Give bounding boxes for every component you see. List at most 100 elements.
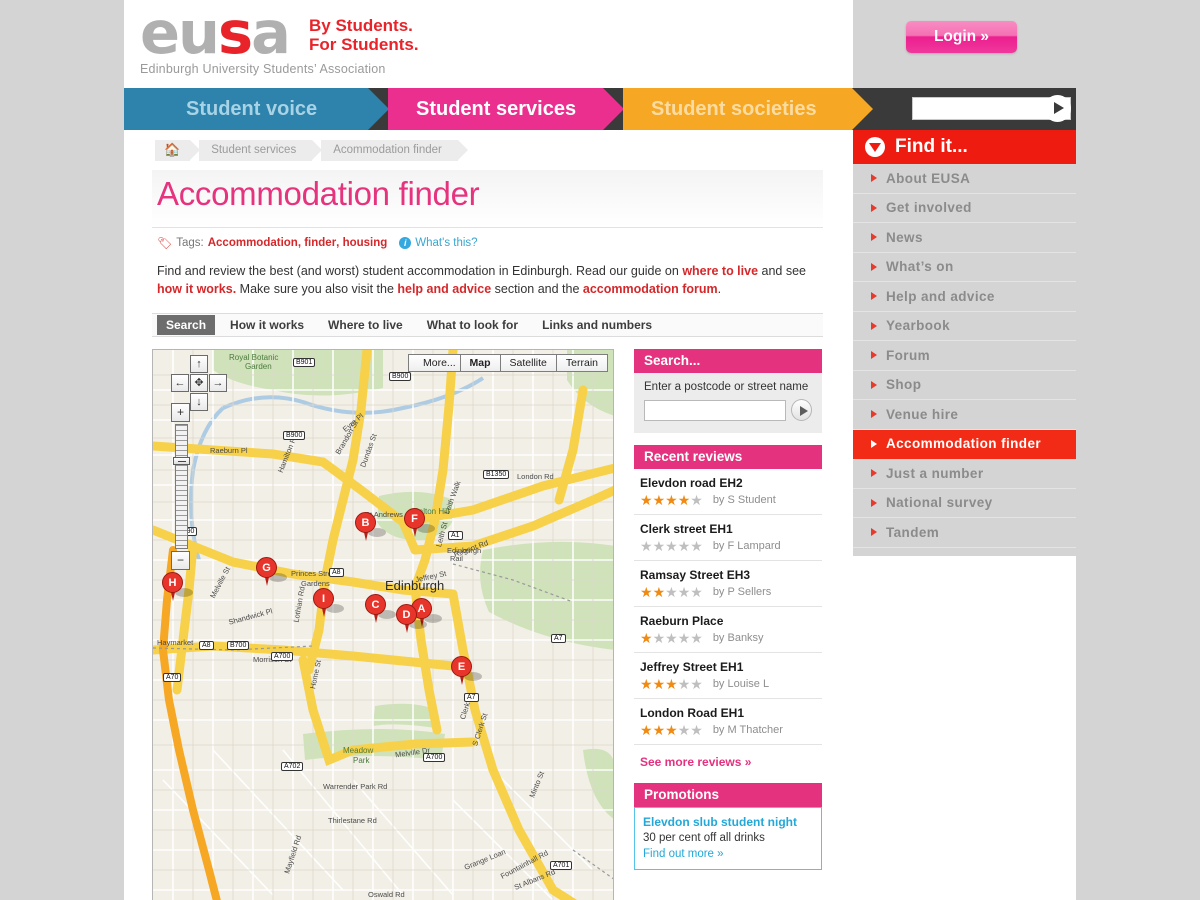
map-marker-f[interactable]: F <box>404 508 435 538</box>
postcode-search-submit-icon[interactable] <box>791 399 812 421</box>
map-label-thirlestane-rd: Thirlestane Rd <box>328 816 377 825</box>
tag-icon: 🏷 <box>157 236 173 250</box>
link-help-and-advice[interactable]: help and advice <box>397 282 491 296</box>
sidebar-item-get-involved[interactable]: Get involved <box>853 194 1076 223</box>
chevron-right-icon <box>871 469 877 478</box>
sidebar-item-tandem[interactable]: Tandem <box>853 518 1076 548</box>
logo-a: a <box>251 0 291 67</box>
review-author: by P Sellers <box>712 586 772 598</box>
road-shield-a70: A70 <box>163 673 182 682</box>
logo-s: s <box>218 0 253 67</box>
sidebar-item-news[interactable]: News <box>853 223 1076 253</box>
nav-item-student-societies[interactable]: Student societies <box>623 88 873 130</box>
promotion-find-out-more-link[interactable]: Find out more » <box>643 848 813 860</box>
zoom-in-button[interactable]: + <box>171 403 190 422</box>
map-zoom-control[interactable]: + − <box>171 403 191 570</box>
sidebar-item-yearbook[interactable]: Yearbook <box>853 312 1076 341</box>
map-marker-g[interactable]: G <box>256 557 287 587</box>
review-item[interactable]: London Road EH1 ★★★★★ by M Thatcher <box>634 699 822 745</box>
sidebar-item-help-and-advice[interactable]: Help and advice <box>853 282 1076 312</box>
pan-center-icon[interactable]: ✥ <box>190 374 208 392</box>
sidebar-item-whats-on[interactable]: What’s on <box>853 253 1076 282</box>
pan-left-icon[interactable]: ← <box>171 374 189 392</box>
sidebar-item-about-eusa[interactable]: About EUSA <box>853 164 1076 194</box>
map-canvas[interactable]: Royal Botanic Garden Raeburn Pl Hamilton… <box>152 349 614 900</box>
review-item[interactable]: Jeffrey Street EH1 ★★★★★ by Louise L <box>634 653 822 699</box>
sidebar-item-accommodation-finder[interactable]: Accommodation finder <box>853 429 1076 459</box>
tab-what-to-look-for[interactable]: What to look for <box>418 315 527 335</box>
login-button[interactable]: Login » <box>906 21 1017 53</box>
intro-text-1: Find and review the best (and worst) stu… <box>157 264 683 278</box>
tag-link-accommodation[interactable]: Accommodation <box>208 237 298 249</box>
zoom-slider[interactable] <box>172 424 190 549</box>
site-search-submit-icon[interactable] <box>1044 95 1071 122</box>
whats-this-link[interactable]: i What's this? <box>399 237 478 249</box>
site-logo[interactable]: eusa By Students. For Students. Edinburg… <box>140 3 419 76</box>
map-marker-b[interactable]: B <box>355 512 386 542</box>
sidebar-item-label: Venue hire <box>886 406 959 422</box>
page-root: eusa By Students. For Students. Edinburg… <box>0 0 1200 900</box>
review-item[interactable]: Ramsay Street EH3 ★★★★★ by P Sellers <box>634 561 822 607</box>
promotion-title: Elevdon slub student night <box>643 815 797 829</box>
link-where-to-live[interactable]: where to live <box>682 264 758 278</box>
map-label-edinburgh-rail-2: Rail <box>450 554 463 563</box>
link-accommodation-forum[interactable]: accommodation forum <box>583 282 718 296</box>
pan-down-icon[interactable]: ↓ <box>190 393 208 411</box>
find-it-header: Find it... <box>853 130 1076 164</box>
sidebar-item-shop[interactable]: Shop <box>853 371 1076 400</box>
sidebar-item-label: Tandem <box>886 524 940 540</box>
map-marker-c[interactable]: C <box>365 594 396 624</box>
sidebar-item-just-a-number[interactable]: Just a number <box>853 459 1076 489</box>
sidebar-item-venue-hire[interactable]: Venue hire <box>853 400 1076 430</box>
promotion-card[interactable]: Elevdon slub student night 30 per cent o… <box>634 807 822 870</box>
road-shield-a1: A1 <box>448 531 463 540</box>
review-item[interactable]: Raeburn Place ★★★★★ by Banksy <box>634 607 822 653</box>
header-right-panel: Login » <box>853 0 1076 88</box>
map-type-map-button[interactable]: Map <box>459 354 501 372</box>
recent-reviews-section: Recent reviews Elevdon road EH2 ★★★★★ by… <box>634 445 822 783</box>
sidebar-item-forum[interactable]: Forum <box>853 341 1076 371</box>
nav-item-student-services[interactable]: Student services <box>388 88 624 130</box>
nav-search-container <box>876 88 1076 130</box>
road-shield-a8-a: A8 <box>329 568 344 577</box>
map-marker-h[interactable]: H <box>162 572 193 602</box>
finder-side-column: Search... Enter a postcode or street nam… <box>634 349 822 900</box>
nav-item-student-voice[interactable]: Student voice <box>124 88 389 130</box>
review-item[interactable]: Elevdon road EH2 ★★★★★ by S Student <box>634 469 822 515</box>
home-icon: 🏠 <box>164 142 181 157</box>
zoom-slider-handle[interactable] <box>172 457 190 465</box>
tab-search[interactable]: Search <box>157 315 216 335</box>
zoom-out-button[interactable]: − <box>171 551 190 570</box>
marker-label-d: D <box>396 604 417 625</box>
map-marker-e[interactable]: E <box>451 656 482 686</box>
map-marker-d[interactable]: D <box>396 604 427 634</box>
review-name: Ramsay Street EH3 <box>640 568 751 582</box>
postcode-search-input[interactable] <box>644 399 786 421</box>
chevron-right-icon <box>871 321 877 330</box>
search-panel-header: Search... <box>634 349 822 373</box>
map-marker-i[interactable]: I <box>313 588 344 618</box>
road-shield-a701: A701 <box>550 861 573 870</box>
breadcrumb-item-accommodation-finder[interactable]: Acommodation finder <box>321 139 468 161</box>
sidebar-item-label: Shop <box>886 377 922 393</box>
logo-tagline: By Students. For Students. <box>309 16 419 54</box>
link-how-it-works[interactable]: how it works. <box>157 282 236 296</box>
tag-link-finder[interactable]: finder <box>304 237 336 249</box>
tab-how-it-works[interactable]: How it works <box>221 315 313 335</box>
tab-where-to-live[interactable]: Where to live <box>319 315 412 335</box>
sidebar-item-national-survey[interactable]: National survey <box>853 489 1076 518</box>
pan-right-icon[interactable]: → <box>209 374 227 392</box>
sidebar-item-label: Get involved <box>886 200 972 216</box>
tag-link-housing[interactable]: housing <box>343 237 388 249</box>
sidebar-item-label: What’s on <box>886 259 954 275</box>
see-more-reviews-link[interactable]: See more reviews » <box>634 745 822 783</box>
map-type-terrain-button[interactable]: Terrain <box>555 354 608 372</box>
pan-up-icon[interactable]: ↑ <box>190 355 208 373</box>
breadcrumb-item-student-services[interactable]: Student services <box>199 139 323 161</box>
map-type-satellite-button[interactable]: Satellite <box>499 354 557 372</box>
breadcrumb-home[interactable]: 🏠 <box>155 139 201 161</box>
road-shield-b900-a: B900 <box>389 372 412 381</box>
tab-links-and-numbers[interactable]: Links and numbers <box>533 315 661 335</box>
chevron-right-icon <box>871 203 877 212</box>
review-item[interactable]: Clerk street EH1 ★★★★★ by F Lampard <box>634 515 822 561</box>
